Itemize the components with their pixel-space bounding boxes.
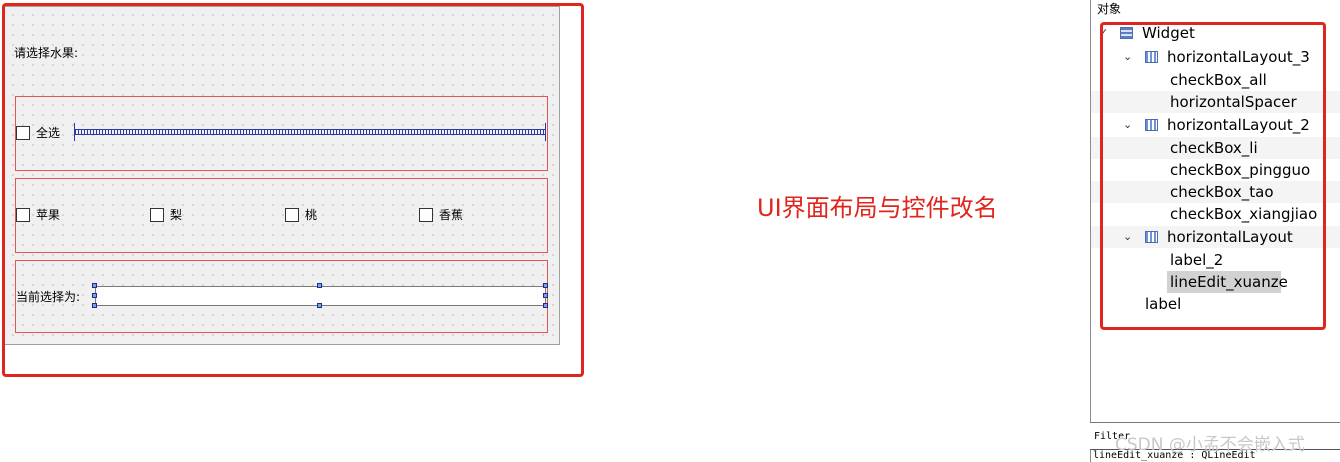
annotation-box-tree: [1100, 22, 1326, 330]
annotation-box-form: [2, 3, 584, 377]
watermark: CSDN @小孟不会嵌入式: [1115, 435, 1305, 455]
inspector-header: 对象: [1097, 2, 1122, 16]
annotation-text: UI界面布局与控件改名: [757, 194, 998, 222]
